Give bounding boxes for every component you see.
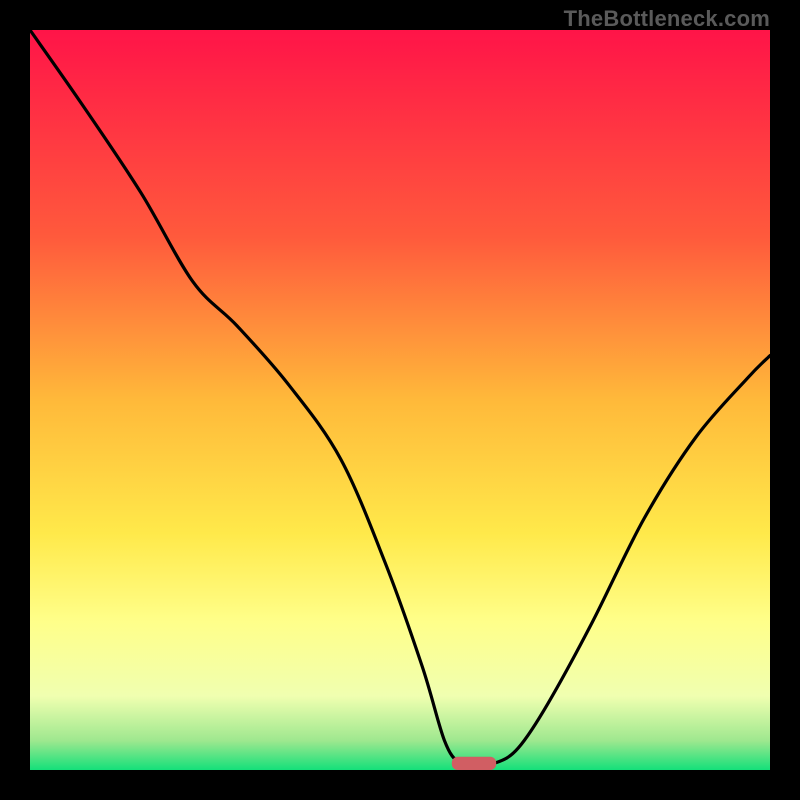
- chart-frame: TheBottleneck.com: [0, 0, 800, 800]
- plot-area: [30, 30, 770, 770]
- chart-background: [30, 30, 770, 770]
- watermark-text: TheBottleneck.com: [564, 6, 770, 32]
- bottleneck-chart: [30, 30, 770, 770]
- optimal-marker: [452, 757, 496, 770]
